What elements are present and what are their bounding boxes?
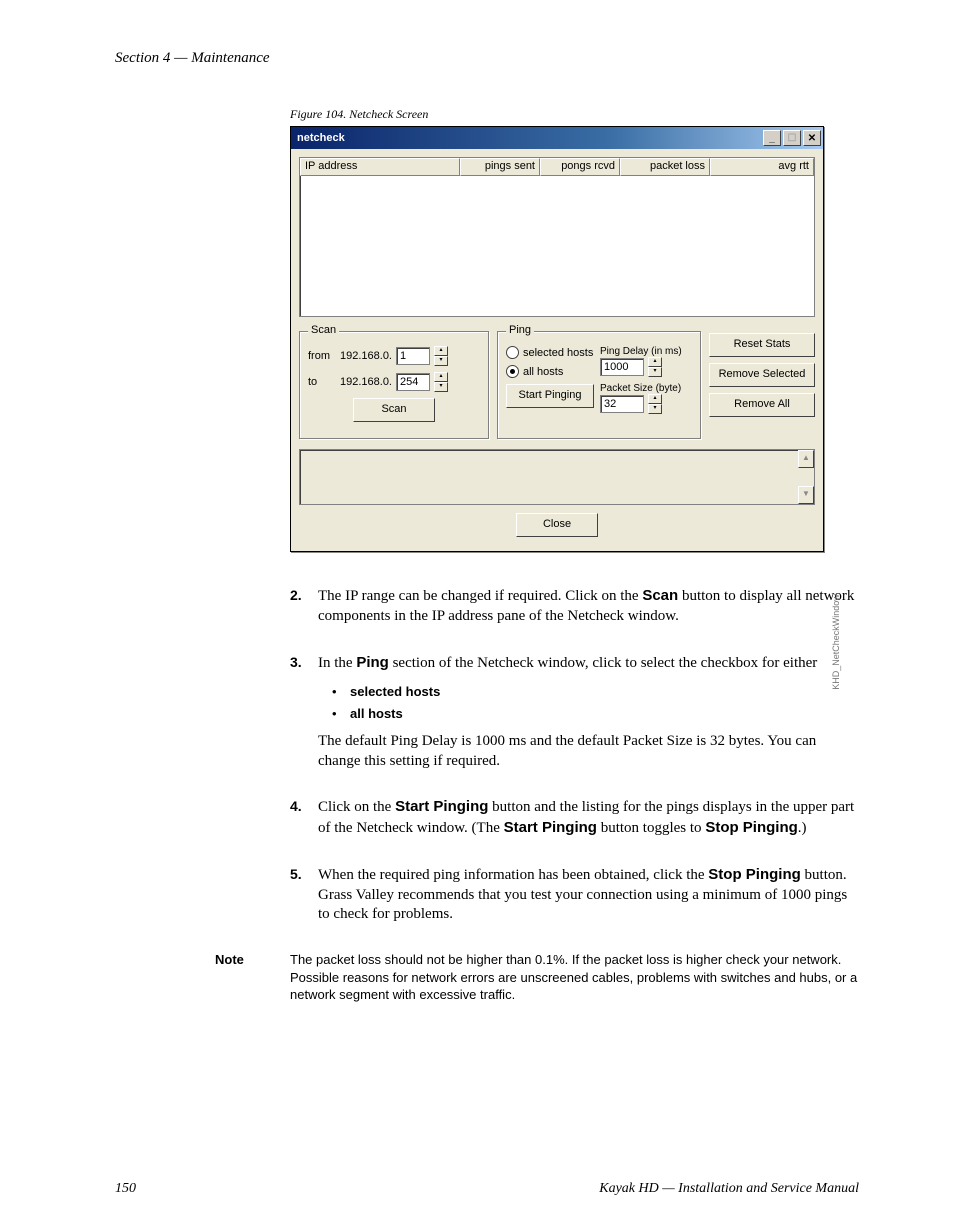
- ping-delay-label: Ping Delay (in ms): [600, 346, 692, 357]
- running-header: Section 4 — Maintenance: [115, 50, 859, 67]
- scan-from-ip: 192.168.0.: [340, 350, 392, 362]
- text: The default Ping Delay is 1000 ms and th…: [318, 732, 859, 772]
- maximize-button[interactable]: ☐: [783, 130, 801, 146]
- col-rcvd[interactable]: pongs rcvd: [540, 158, 620, 176]
- page-footer: 150 Kayak HD — Installation and Service …: [115, 1181, 859, 1197]
- scroll-down-icon[interactable]: ▼: [798, 486, 814, 504]
- scan-button[interactable]: Scan: [353, 398, 435, 422]
- scan-from-spinner[interactable]: ▴▾: [434, 346, 448, 366]
- radio-selected-hosts[interactable]: [506, 346, 519, 359]
- scan-legend: Scan: [308, 324, 339, 336]
- results-listview[interactable]: IP address pings sent pongs rcvd packet …: [299, 157, 815, 317]
- scan-group: Scan from 192.168.0. 1 ▴▾ to 192.168.0. …: [299, 331, 489, 439]
- close-window-button[interactable]: ✕: [803, 130, 821, 146]
- radio-selected-label: selected hosts: [523, 347, 593, 359]
- bold: Ping: [356, 654, 389, 671]
- netcheck-window: KHD_NetCheckWindow netcheck _ ☐ ✕ IP add…: [290, 126, 824, 552]
- scan-from-value[interactable]: 1: [396, 347, 430, 365]
- step-4: 4. Click on the Start Pinging button and…: [290, 797, 859, 849]
- start-pinging-button[interactable]: Start Pinging: [506, 384, 594, 408]
- page-number: 150: [115, 1181, 136, 1197]
- remove-selected-button[interactable]: Remove Selected: [709, 363, 815, 387]
- step-5: 5. When the required ping information ha…: [290, 865, 859, 935]
- side-buttons: Reset Stats Remove Selected Remove All: [709, 327, 815, 439]
- col-ip[interactable]: IP address: [300, 158, 460, 176]
- text: In the: [318, 655, 356, 671]
- radio-all-hosts[interactable]: [506, 365, 519, 378]
- bold: Stop Pinging: [705, 819, 797, 836]
- col-rtt[interactable]: avg rtt: [710, 158, 814, 176]
- bold: Stop Pinging: [708, 866, 800, 883]
- text: button toggles to: [597, 820, 705, 836]
- packet-size-label: Packet Size (byte): [600, 383, 692, 394]
- scan-from-label: from: [308, 350, 336, 362]
- ping-delay-value[interactable]: 1000: [600, 358, 644, 376]
- packet-size-value[interactable]: 32: [600, 395, 644, 413]
- bullet: all hosts: [332, 705, 859, 722]
- col-sent[interactable]: pings sent: [460, 158, 540, 176]
- close-button[interactable]: Close: [516, 513, 598, 537]
- text: Click on the: [318, 799, 395, 815]
- ping-group: Ping selected hosts all hosts: [497, 331, 701, 439]
- packet-size-spinner[interactable]: ▴▾: [648, 394, 662, 414]
- scan-to-label: to: [308, 376, 336, 388]
- text: .): [798, 820, 807, 836]
- col-loss[interactable]: packet loss: [620, 158, 710, 176]
- text: When the required ping information has b…: [318, 867, 708, 883]
- log-scrollbar[interactable]: ▲ ▼: [798, 450, 814, 504]
- radio-all-label: all hosts: [523, 366, 563, 378]
- ping-delay-spinner[interactable]: ▴▾: [648, 357, 662, 377]
- note-body: The packet loss should not be higher tha…: [290, 951, 859, 1004]
- step-number: 2.: [290, 586, 318, 637]
- scan-to-value[interactable]: 254: [396, 373, 430, 391]
- window-titlebar: netcheck _ ☐ ✕: [291, 127, 823, 149]
- step-number: 4.: [290, 797, 318, 849]
- image-side-tag: KHD_NetCheckWindow: [829, 267, 843, 647]
- reset-stats-button[interactable]: Reset Stats: [709, 333, 815, 357]
- step-2: 2. The IP range can be changed if requir…: [290, 586, 859, 637]
- log-box: ▲ ▼: [299, 449, 815, 505]
- listview-header: IP address pings sent pongs rcvd packet …: [300, 158, 814, 176]
- text: section of the Netcheck window, click to…: [389, 655, 817, 671]
- bold: Scan: [642, 587, 678, 604]
- book-title: Kayak HD — Installation and Service Manu…: [599, 1181, 859, 1197]
- ping-legend: Ping: [506, 324, 534, 336]
- remove-all-button[interactable]: Remove All: [709, 393, 815, 417]
- window-title: netcheck: [297, 132, 345, 144]
- step-number: 5.: [290, 865, 318, 935]
- bold: Start Pinging: [395, 798, 488, 815]
- step-number: 3.: [290, 653, 318, 782]
- minimize-button[interactable]: _: [763, 130, 781, 146]
- bold: Start Pinging: [504, 819, 597, 836]
- note-label: Note: [215, 951, 290, 1004]
- text: The IP range can be changed if required.…: [318, 588, 642, 604]
- figure-caption: Figure 104. Netcheck Screen: [290, 107, 859, 122]
- scroll-up-icon[interactable]: ▲: [798, 450, 814, 468]
- step-3: 3. In the Ping section of the Netcheck w…: [290, 653, 859, 782]
- scan-to-spinner[interactable]: ▴▾: [434, 372, 448, 392]
- bullet: selected hosts: [332, 683, 859, 700]
- note-block: Note The packet loss should not be highe…: [215, 951, 859, 1004]
- scan-to-ip: 192.168.0.: [340, 376, 392, 388]
